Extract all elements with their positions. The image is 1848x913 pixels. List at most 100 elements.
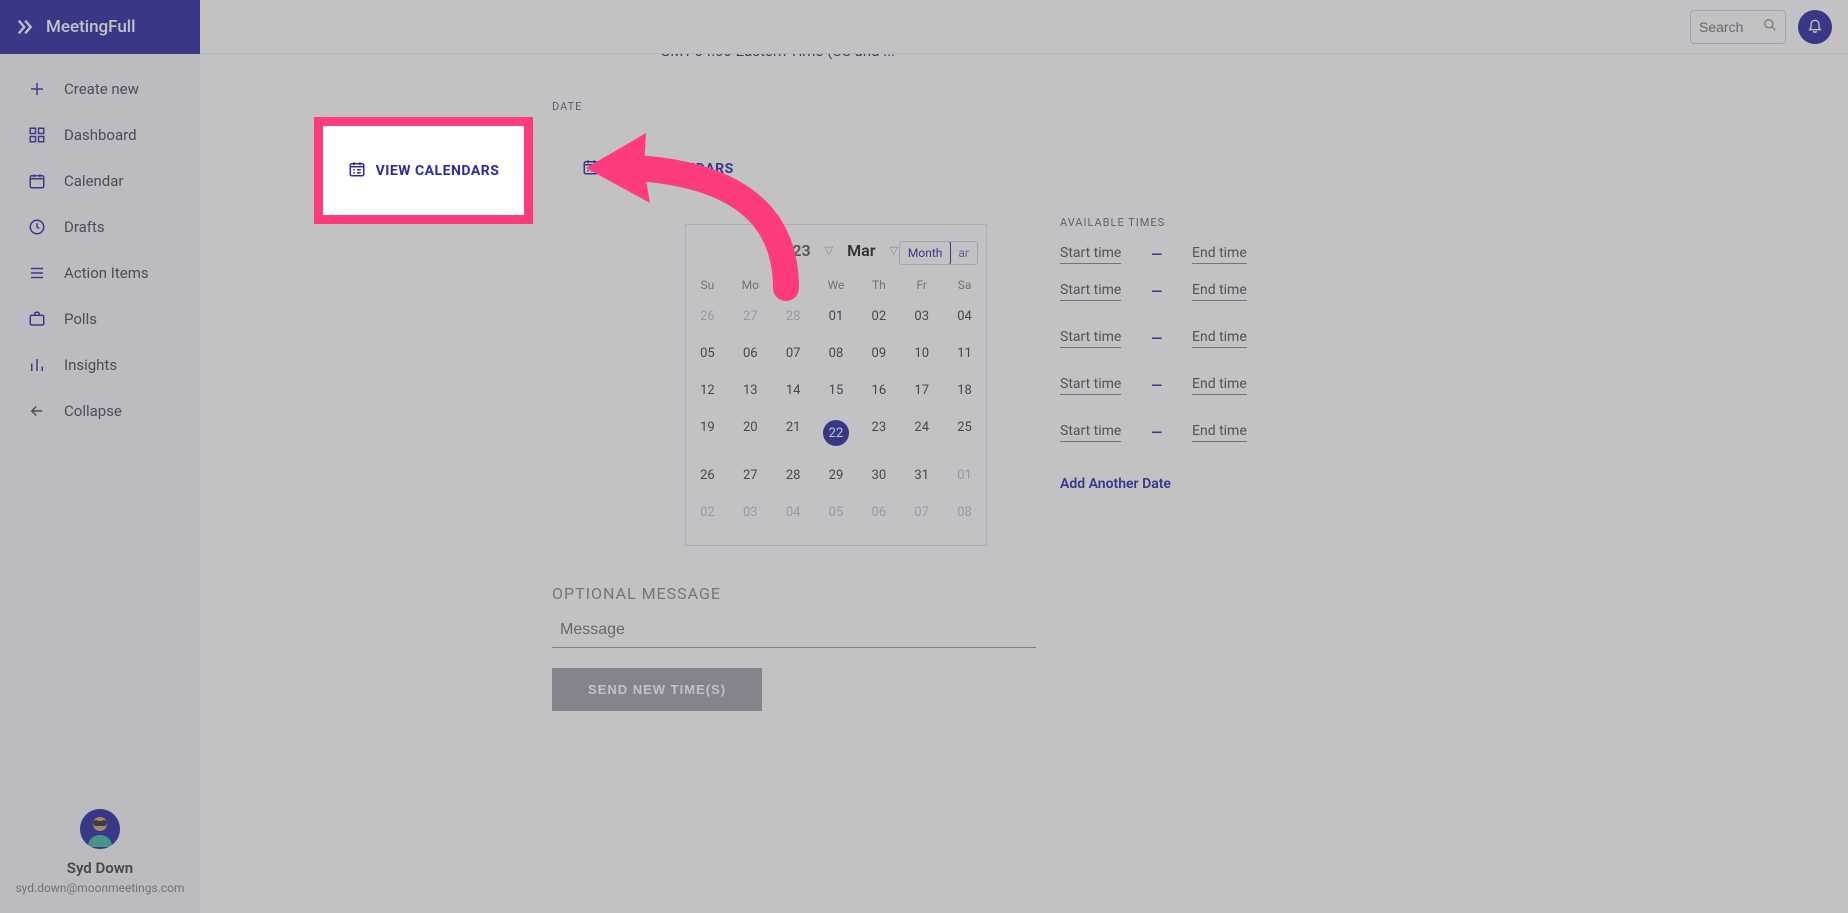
end-time-input[interactable]: End time xyxy=(1192,423,1247,442)
list-icon xyxy=(28,264,50,282)
calendar-day[interactable]: 03 xyxy=(900,298,943,335)
end-time-input[interactable]: End time xyxy=(1192,376,1247,395)
start-time-input[interactable]: Start time xyxy=(1060,329,1121,348)
calendar-day[interactable]: 28 xyxy=(772,298,815,335)
view-calendars-button[interactable]: VIEW CALENDARS xyxy=(552,130,764,208)
logo[interactable]: MeetingFull xyxy=(0,0,200,54)
nav-polls[interactable]: Polls xyxy=(0,296,200,342)
calendar-day[interactable]: 17 xyxy=(900,372,943,409)
nav-drafts[interactable]: Drafts xyxy=(0,204,200,250)
optional-message-section: OPTIONAL MESSAGE SEND NEW TIME(S) xyxy=(552,584,1036,711)
end-time-input[interactable]: End time xyxy=(1192,329,1247,348)
calendar-day[interactable]: 21 xyxy=(772,409,815,457)
calendar-day[interactable]: 04 xyxy=(772,494,815,531)
start-time-input[interactable]: Start time xyxy=(1060,423,1121,442)
end-time-input[interactable]: End time xyxy=(1192,245,1247,264)
calendar-day[interactable]: 05 xyxy=(686,335,729,372)
plus-icon xyxy=(28,80,50,98)
calendar-day[interactable]: 02 xyxy=(686,494,729,531)
nav-collapse[interactable]: Collapse xyxy=(0,388,200,434)
time-row: Start time — End time xyxy=(1060,245,1247,264)
calendar-day[interactable]: 07 xyxy=(772,335,815,372)
calendar-dow: Fr xyxy=(900,272,943,298)
calendar-day[interactable]: 08 xyxy=(943,494,986,531)
calendar-day[interactable]: 31 xyxy=(900,457,943,494)
calendar-day[interactable]: 24 xyxy=(900,409,943,457)
calendar-day[interactable]: 30 xyxy=(857,457,900,494)
time-row: Start time—End time xyxy=(1060,329,1247,348)
available-times-label: AVAILABLE TIMES xyxy=(1060,216,1247,229)
nav-calendar[interactable]: Calendar xyxy=(0,158,200,204)
search-box[interactable] xyxy=(1690,10,1786,44)
calendar-day[interactable]: 07 xyxy=(900,494,943,531)
message-input[interactable] xyxy=(552,609,1036,648)
view-month-button[interactable]: Month xyxy=(899,241,951,265)
calendar-year[interactable]: 2023 xyxy=(774,241,811,260)
calendar-day[interactable]: 01 xyxy=(943,457,986,494)
send-new-times-button[interactable]: SEND NEW TIME(S) xyxy=(552,668,762,711)
calendar-dow: Su xyxy=(686,272,729,298)
topbar xyxy=(200,0,1848,54)
nav-create-new[interactable]: Create new xyxy=(0,66,200,112)
calendar-day[interactable]: 22 xyxy=(815,409,858,457)
calendar-day[interactable]: 18 xyxy=(943,372,986,409)
calendar-list-icon xyxy=(348,160,366,182)
calendar-day[interactable]: 02 xyxy=(857,298,900,335)
calendar-day[interactable]: 16 xyxy=(857,372,900,409)
calendar-day[interactable]: 09 xyxy=(857,335,900,372)
date-label: DATE xyxy=(552,100,582,113)
calendar-day[interactable]: 04 xyxy=(943,298,986,335)
view-calendars-label: VIEW CALENDARS xyxy=(610,161,734,177)
calendar-day[interactable]: 01 xyxy=(815,298,858,335)
calendar-day[interactable]: 03 xyxy=(729,494,772,531)
calendar-day[interactable]: 05 xyxy=(815,494,858,531)
calendar-day[interactable]: 29 xyxy=(815,457,858,494)
calendar-day[interactable]: 25 xyxy=(943,409,986,457)
chevron-down-icon[interactable]: ▽ xyxy=(825,244,833,257)
calendar-dow: Sa xyxy=(943,272,986,298)
calendar-day[interactable]: 23 xyxy=(857,409,900,457)
calendar-day[interactable]: 15 xyxy=(815,372,858,409)
time-row: Start time—End time xyxy=(1060,423,1247,442)
calendar-day[interactable]: 08 xyxy=(815,335,858,372)
nav-insights[interactable]: Insights xyxy=(0,342,200,388)
end-time-input[interactable]: End time xyxy=(1192,282,1247,301)
user-email: syd.down@moonmeetings.com xyxy=(10,881,190,895)
calendar-day[interactable]: 10 xyxy=(900,335,943,372)
briefcase-icon xyxy=(28,310,50,328)
calendar-day[interactable]: 06 xyxy=(857,494,900,531)
calendar-day[interactable]: 13 xyxy=(729,372,772,409)
calendar-day[interactable]: 19 xyxy=(686,409,729,457)
notifications-button[interactable] xyxy=(1798,10,1832,44)
avatar[interactable] xyxy=(80,809,120,849)
calendar-day[interactable]: 11 xyxy=(943,335,986,372)
calendar-day[interactable]: 14 xyxy=(772,372,815,409)
start-time-input[interactable]: Start time xyxy=(1060,245,1121,264)
calendar-month[interactable]: Mar xyxy=(847,241,875,260)
nav-dashboard[interactable]: Dashboard xyxy=(0,112,200,158)
time-separator: — xyxy=(1151,247,1162,263)
calendar-icon xyxy=(28,172,50,190)
start-time-input[interactable]: Start time xyxy=(1060,376,1121,395)
calendar-day[interactable]: 12 xyxy=(686,372,729,409)
calendar-day[interactable]: 27 xyxy=(729,298,772,335)
calendar-day[interactable]: 06 xyxy=(729,335,772,372)
calendar-day[interactable]: 28 xyxy=(772,457,815,494)
nav-label: Dashboard xyxy=(64,126,137,144)
calendar-dow: Th xyxy=(857,272,900,298)
add-another-date-button[interactable]: Add Another Date xyxy=(1060,476,1247,492)
bell-icon xyxy=(1807,17,1823,37)
nav-label: Insights xyxy=(64,356,117,374)
calendar-day[interactable]: 26 xyxy=(686,298,729,335)
search-input[interactable] xyxy=(1699,19,1763,35)
chevron-down-icon[interactable]: ▽ xyxy=(889,244,897,257)
calendar-day[interactable]: 20 xyxy=(729,409,772,457)
view-year-button[interactable]: ar xyxy=(950,242,977,264)
start-time-input[interactable]: Start time xyxy=(1060,282,1121,301)
view-calendars-highlight[interactable]: VIEW CALENDARS xyxy=(348,160,500,182)
nav-action-items[interactable]: Action Items xyxy=(0,250,200,296)
calendar-day[interactable]: 26 xyxy=(686,457,729,494)
calendar-day[interactable]: 27 xyxy=(729,457,772,494)
nav-label: Drafts xyxy=(64,218,105,236)
calendar-grid: SuMoTuWeThFrSa26272801020304050607080910… xyxy=(686,272,986,531)
